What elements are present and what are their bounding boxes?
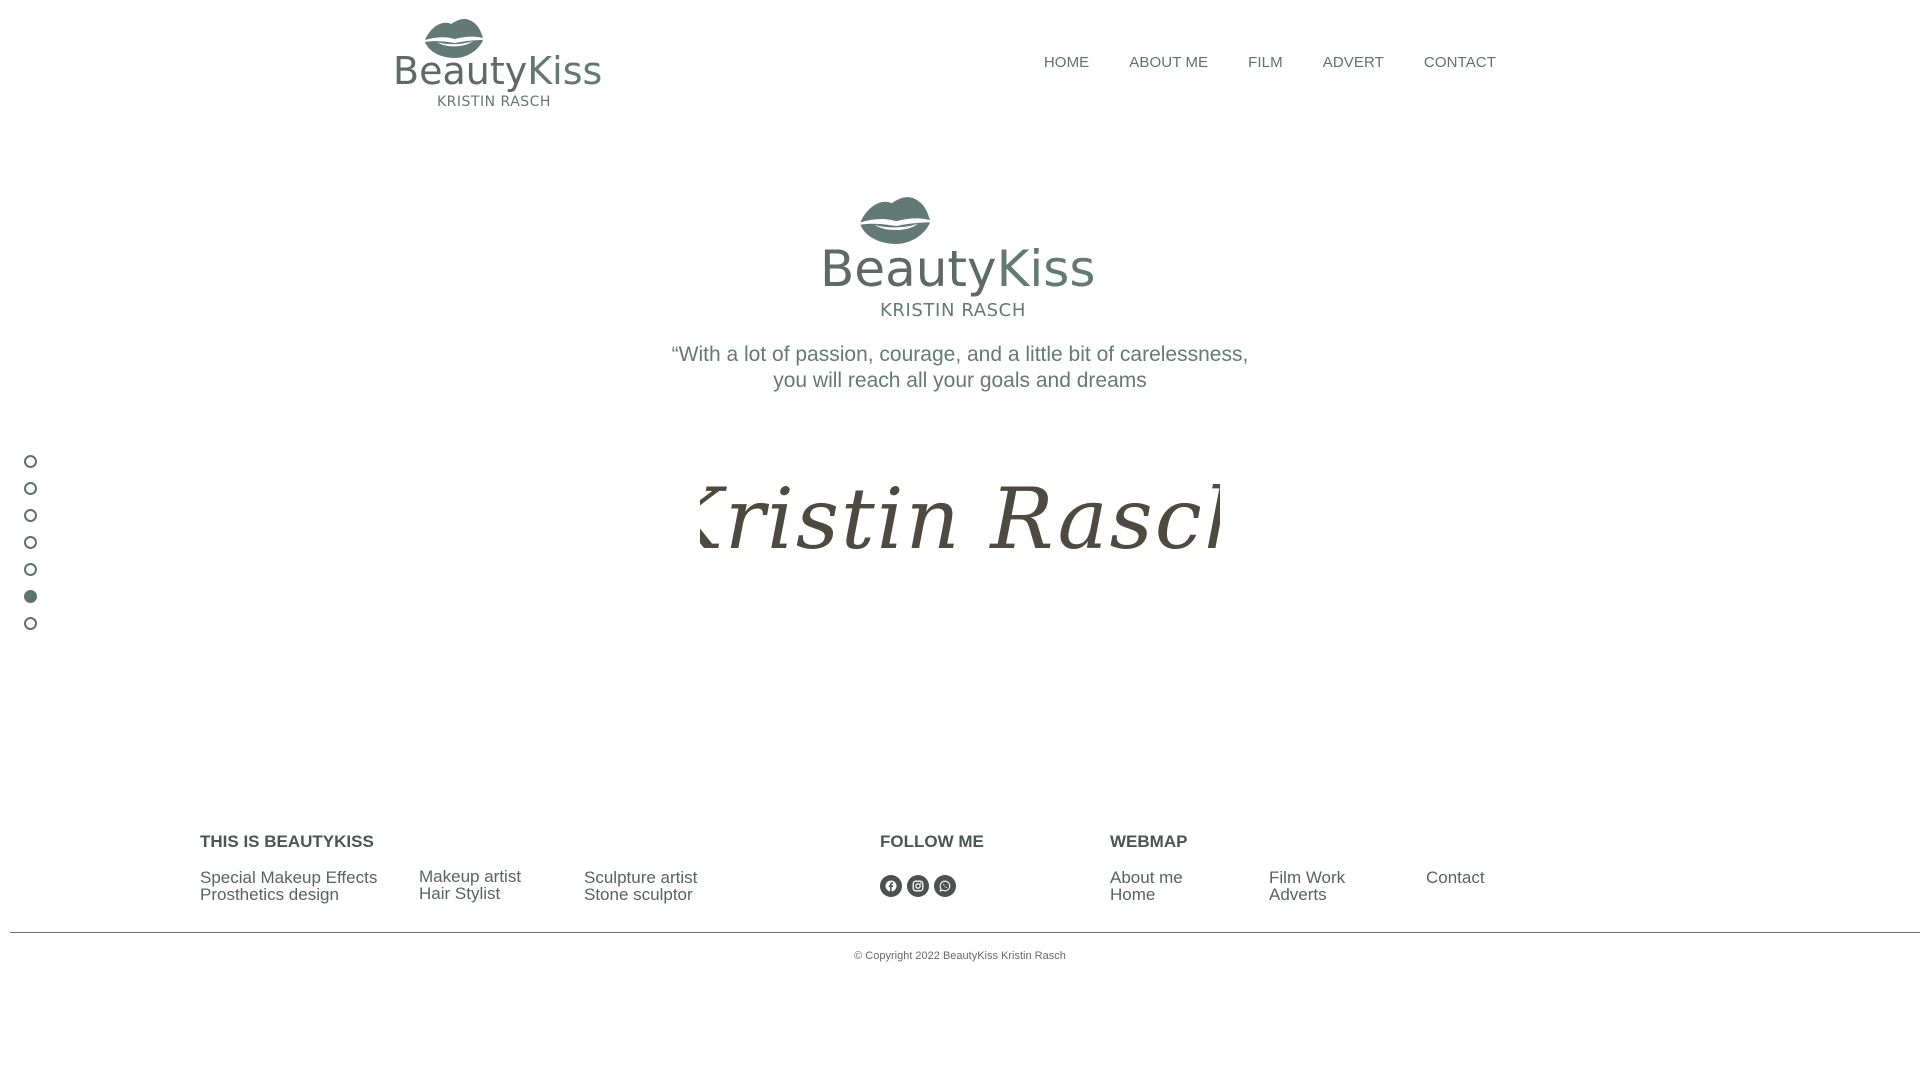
header-logo-text-2: Kiss [527,49,602,93]
nav-home[interactable]: HOME [1044,54,1089,71]
svg-text:BeautyKiss: BeautyKiss [393,49,602,93]
header-logo-text-1: Beauty [393,49,527,93]
section-dot-2[interactable] [24,482,37,495]
svg-text:BeautyKiss: BeautyKiss [820,240,1095,298]
section-dot-3[interactable] [24,509,37,522]
nav-contact[interactable]: CONTACT [1424,54,1496,71]
footer-webmap-col-1: About me Home [1110,869,1183,903]
quote-line-2: you will reach all your goals and dreams [773,369,1147,392]
footer-divider [10,932,1920,933]
copyright-text: © Copyright 2022 BeautyKiss Kristin Rasc… [854,950,1066,962]
header-logo-subtitle: KRISTIN RASCH [437,94,551,110]
hero-quote: “With a lot of passion, courage, and a l… [560,342,1360,394]
facebook-icon[interactable] [880,875,902,897]
hero-logo-text-2: Kiss [997,240,1096,298]
footer-link-home[interactable]: Home [1110,886,1183,903]
section-dot-1[interactable] [24,455,37,468]
signature-image: Kristin Rasch [700,470,1220,568]
main-nav: HOME ABOUT ME FILM ADVERT CONTACT [1044,54,1496,71]
hero-logo-subtitle: KRISTIN RASCH [880,300,1026,321]
footer-service: Special Makeup Effects [200,868,378,887]
footer-about-col-3: Sculpture artist Stone sculptor [584,869,697,903]
footer-about-heading: THIS IS BEAUTYKISS [200,832,374,851]
whatsapp-icon[interactable] [934,875,956,897]
nav-about-me[interactable]: ABOUT ME [1129,54,1208,71]
section-dot-6-active[interactable] [24,590,37,603]
section-dot-4[interactable] [24,536,37,549]
footer-webmap-col-2: Film Work Adverts [1269,869,1345,903]
footer-service: Stone sculptor [584,885,693,904]
section-dots-nav [24,455,37,644]
footer-service: Sculpture artist [584,868,698,887]
hero-logo-text-1: Beauty [820,240,997,298]
footer-webmap-heading: WEBMAP [1110,832,1188,851]
quote-line-1: “With a lot of passion, courage, and a l… [671,343,1249,366]
footer-link-about-me[interactable]: About me [1110,869,1183,886]
instagram-icon[interactable] [907,875,929,897]
footer-about-col-2: Makeup artist Hair Stylist [419,868,521,902]
signature-text: Kristin Rasch [700,470,1220,568]
nav-film[interactable]: FILM [1248,54,1283,71]
footer-webmap-col-3: Contact [1426,869,1485,886]
footer-link-adverts[interactable]: Adverts [1269,886,1345,903]
footer-link-film-work[interactable]: Film Work [1269,869,1345,886]
footer-about-col-1: Special Makeup Effects Prosthetics desig… [200,869,377,903]
section-dot-7[interactable] [24,617,37,630]
footer-follow-heading: FOLLOW ME [880,832,984,851]
hero-lips-logo-icon: BeautyKiss KRISTIN RASCH [820,197,1095,321]
footer-service: Makeup artist [419,867,522,886]
hero-logo: BeautyKiss KRISTIN RASCH [820,194,1106,322]
header-logo[interactable]: BeautyKiss KRISTIN RASCH [393,18,603,110]
footer-link-contact[interactable]: Contact [1426,869,1485,886]
footer-service: Prosthetics design [200,885,339,904]
nav-advert[interactable]: ADVERT [1323,54,1384,71]
social-links [880,875,956,897]
footer-service: Hair Stylist [419,884,501,903]
section-dot-5[interactable] [24,563,37,576]
lips-logo-icon: BeautyKiss KRISTIN RASCH [393,18,602,110]
